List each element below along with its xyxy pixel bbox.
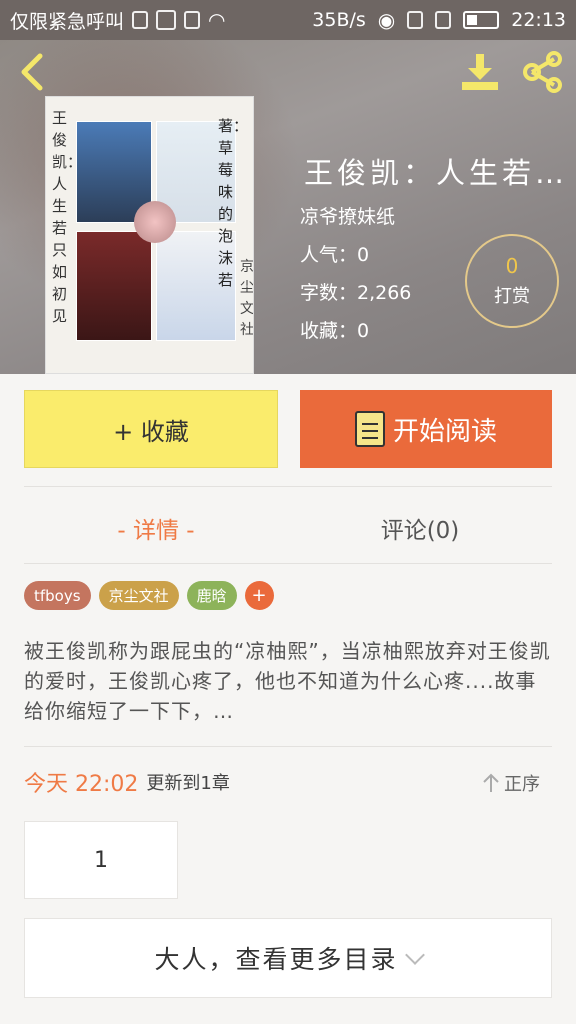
update-date: 今天 22:02 — [24, 772, 139, 797]
network-speed: 35B/s — [312, 9, 366, 31]
tip-label: 打赏 — [494, 286, 530, 307]
clock: 22:13 — [511, 9, 566, 31]
share-button[interactable] — [520, 50, 566, 94]
cover-flower-image — [134, 201, 176, 243]
battery-icon — [463, 11, 500, 29]
sim1-icon — [407, 11, 424, 29]
start-reading-button[interactable]: 开始阅读 — [300, 390, 552, 468]
sim-icon — [132, 11, 149, 29]
book-cover[interactable]: 王俊凯：人生若只如初见 著：草莓味的泡沫若 京尘文社 — [45, 96, 254, 374]
word-count-stat: 字数：2,266 — [300, 282, 412, 304]
add-tag-button[interactable]: + — [244, 581, 274, 610]
status-bar: 仅限紧急呼叫 ◠ 35B/s ◉ 22:13 — [0, 0, 576, 40]
read-label: 开始阅读 — [392, 416, 497, 447]
cover-photo — [76, 231, 152, 341]
more-chapters-label: 大人，查看更多目录 — [154, 945, 398, 974]
tab-comments[interactable]: 评论(0) — [288, 496, 552, 560]
favorites-stat: 收藏：0 — [300, 320, 370, 342]
cover-title-text: 王俊凯：人生若只如初见 — [52, 109, 83, 325]
chevron-down-icon — [404, 945, 425, 965]
detail-tabs: - 详情 - 评论(0) — [24, 496, 552, 560]
author-name[interactable]: 凉爷撩妹纸 — [300, 202, 395, 229]
back-button[interactable] — [14, 52, 50, 92]
book-icon — [354, 411, 385, 447]
popularity-stat: 人气：0 — [300, 244, 370, 266]
tag-list: tfboys 京尘文社 鹿晗 + — [24, 581, 274, 610]
tag-jingchen[interactable]: 京尘文社 — [98, 581, 179, 610]
tag-luhan[interactable]: 鹿晗 — [186, 581, 237, 610]
download-icon — [462, 54, 498, 90]
more-chapters-button[interactable]: 大人，查看更多目录 — [24, 918, 552, 998]
clean-icon — [184, 11, 201, 29]
divider — [24, 746, 552, 747]
add-to-collection-button[interactable]: + 收藏 — [24, 390, 278, 468]
collect-label: + 收藏 — [113, 417, 189, 446]
update-text: 更新到1章 — [146, 773, 230, 794]
chevron-left-icon — [21, 53, 43, 91]
book-header: 王俊凯：人生若只如初见 著：草莓味的泡沫若 京尘文社 王俊凯：人生若… 凉爷撩妹… — [0, 40, 576, 374]
sim2-icon — [435, 11, 452, 29]
cover-publisher-text: 京尘文社 — [240, 259, 254, 338]
arrow-up-icon — [483, 773, 499, 792]
divider — [24, 563, 552, 564]
sort-label: 正序 — [504, 774, 540, 795]
tag-tfboys[interactable]: tfboys — [24, 581, 91, 610]
share-icon — [523, 51, 562, 93]
tab-details[interactable]: - 详情 - — [24, 496, 288, 560]
tip-button[interactable]: 0 打赏 — [465, 234, 559, 328]
wifi-dim-icon: ◠ — [208, 8, 226, 32]
cover-author-text: 著：草莓味的泡沫若 — [218, 117, 249, 289]
update-info: 今天 22:02 更新到1章 — [24, 766, 230, 798]
sort-order-button[interactable]: 正序 — [482, 770, 540, 796]
book-title: 王俊凯：人生若… — [304, 156, 569, 190]
wifi-icon: ◉ — [377, 8, 396, 32]
download-button[interactable] — [458, 50, 502, 94]
image-icon — [156, 10, 177, 30]
book-description[interactable]: 被王俊凯称为跟屁虫的“凉柚熙”，当凉柚熙放弃对王俊凯的爱时，王俊凯心疼了，他也不… — [24, 636, 552, 728]
chapter-item[interactable]: 1 — [24, 821, 178, 899]
carrier-text: 仅限紧急呼叫 — [10, 10, 125, 33]
tip-count: 0 — [505, 254, 519, 278]
divider — [24, 486, 552, 487]
